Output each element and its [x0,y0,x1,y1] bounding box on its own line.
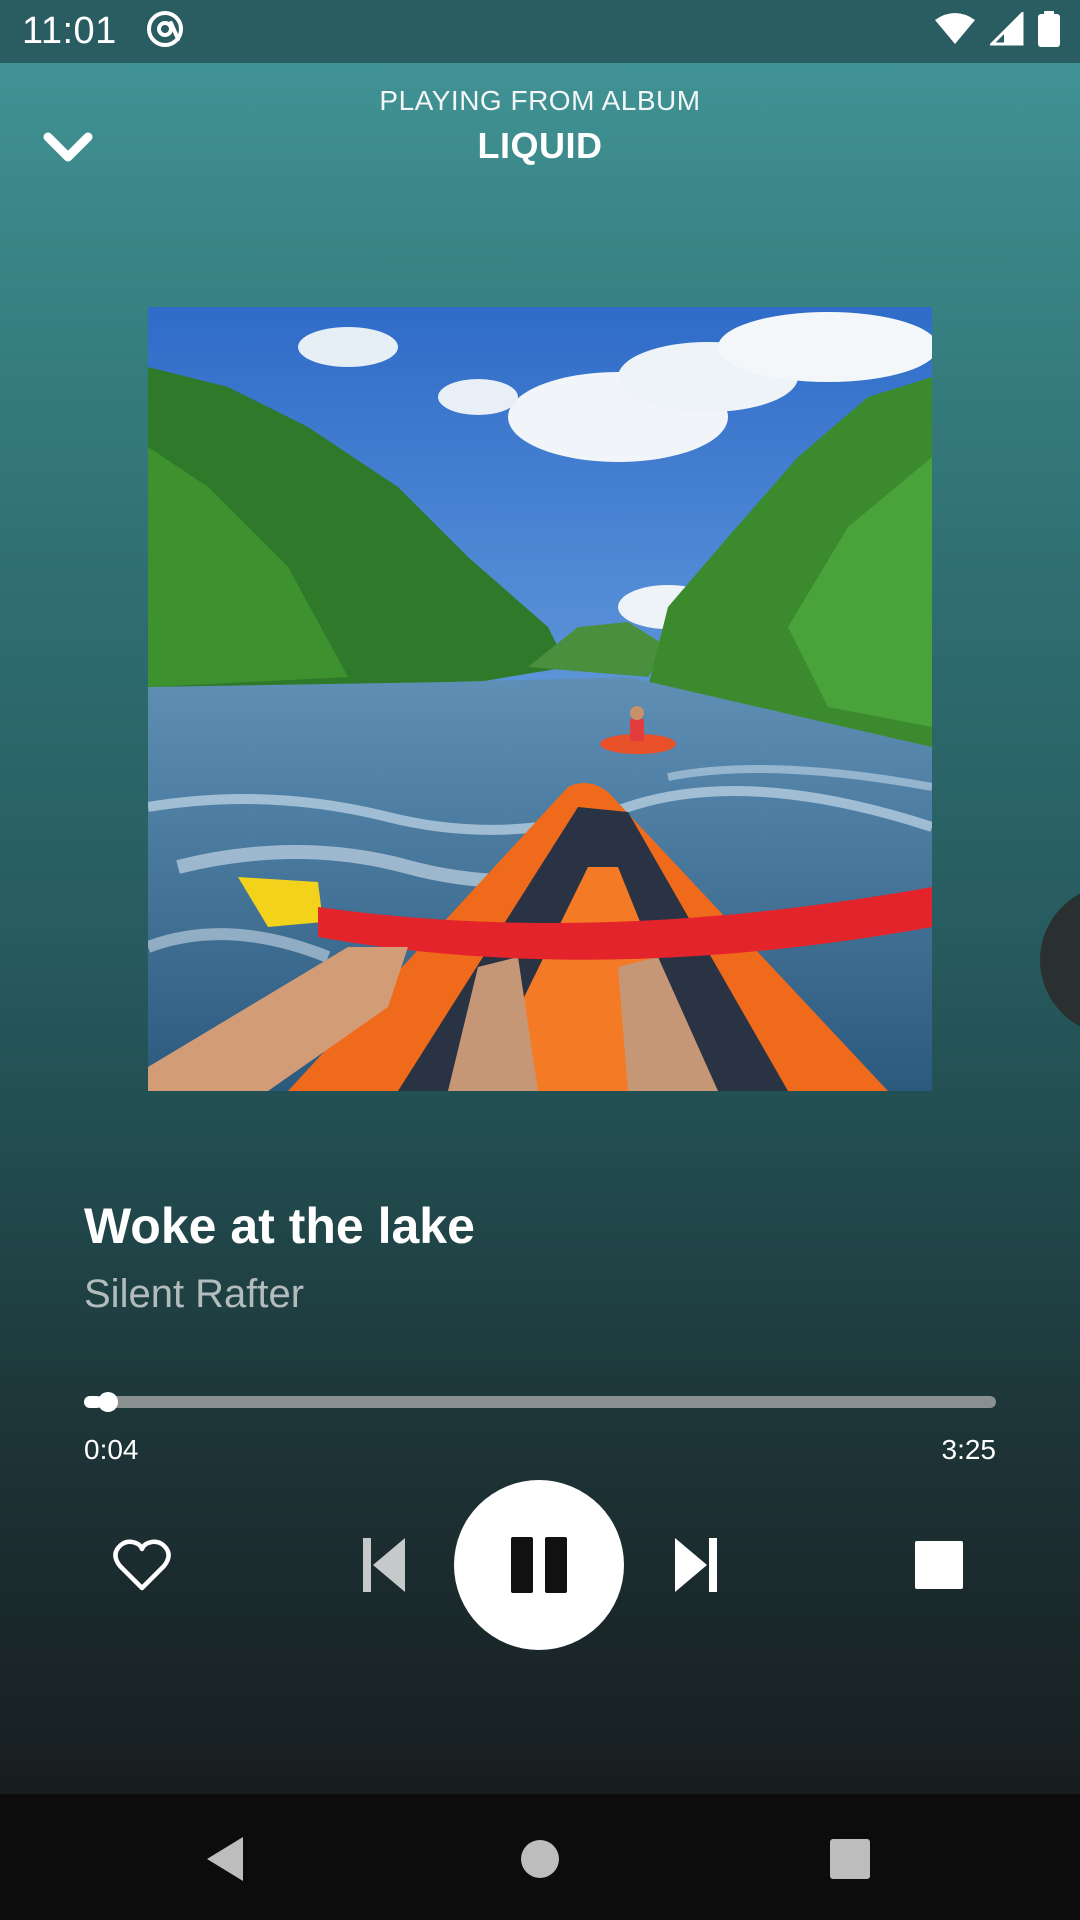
playing-from-label: PLAYING FROM ALBUM [379,85,701,116]
status-bar: 11:01 [0,0,1080,63]
total-time: 3:25 [941,1434,997,1465]
current-time: 0:04 [84,1434,139,1465]
now-playing-screen: 11:01 PLAYING FROM ALBUM LIQUID Woke at … [0,0,1080,1920]
pause-icon [511,1537,567,1593]
skip-previous-icon [363,1538,405,1592]
stop-icon [915,1541,963,1589]
stop-button[interactable] [904,1530,974,1600]
nav-back-button[interactable] [190,1824,260,1894]
like-button[interactable] [102,1530,182,1600]
wifi-icon [934,12,976,51]
seek-bar-thumb[interactable] [98,1392,119,1412]
signal-icon [988,10,1024,51]
back-icon [207,1837,243,1881]
at-sign-icon [145,9,185,54]
next-button[interactable] [660,1530,730,1600]
track-artist[interactable]: Silent Rafter [84,1272,304,1317]
home-icon [521,1840,559,1878]
album-art [148,307,932,1091]
player-header: PLAYING FROM ALBUM LIQUID [0,63,1080,193]
status-time: 11:01 [22,10,117,52]
battery-icon [1038,11,1060,52]
skip-next-icon [675,1538,717,1592]
track-title: Woke at the lake [84,1198,475,1254]
recents-icon [830,1839,870,1879]
previous-button[interactable] [350,1530,420,1600]
album-title: LIQUID [477,125,603,166]
side-handle[interactable] [1040,885,1080,1035]
nav-home-button[interactable] [505,1824,575,1894]
nav-recents-button[interactable] [815,1824,885,1894]
seek-bar[interactable] [84,1392,996,1412]
system-nav-bar [0,1794,1080,1920]
play-pause-button[interactable] [454,1480,624,1650]
heart-outline-icon [113,1539,171,1591]
